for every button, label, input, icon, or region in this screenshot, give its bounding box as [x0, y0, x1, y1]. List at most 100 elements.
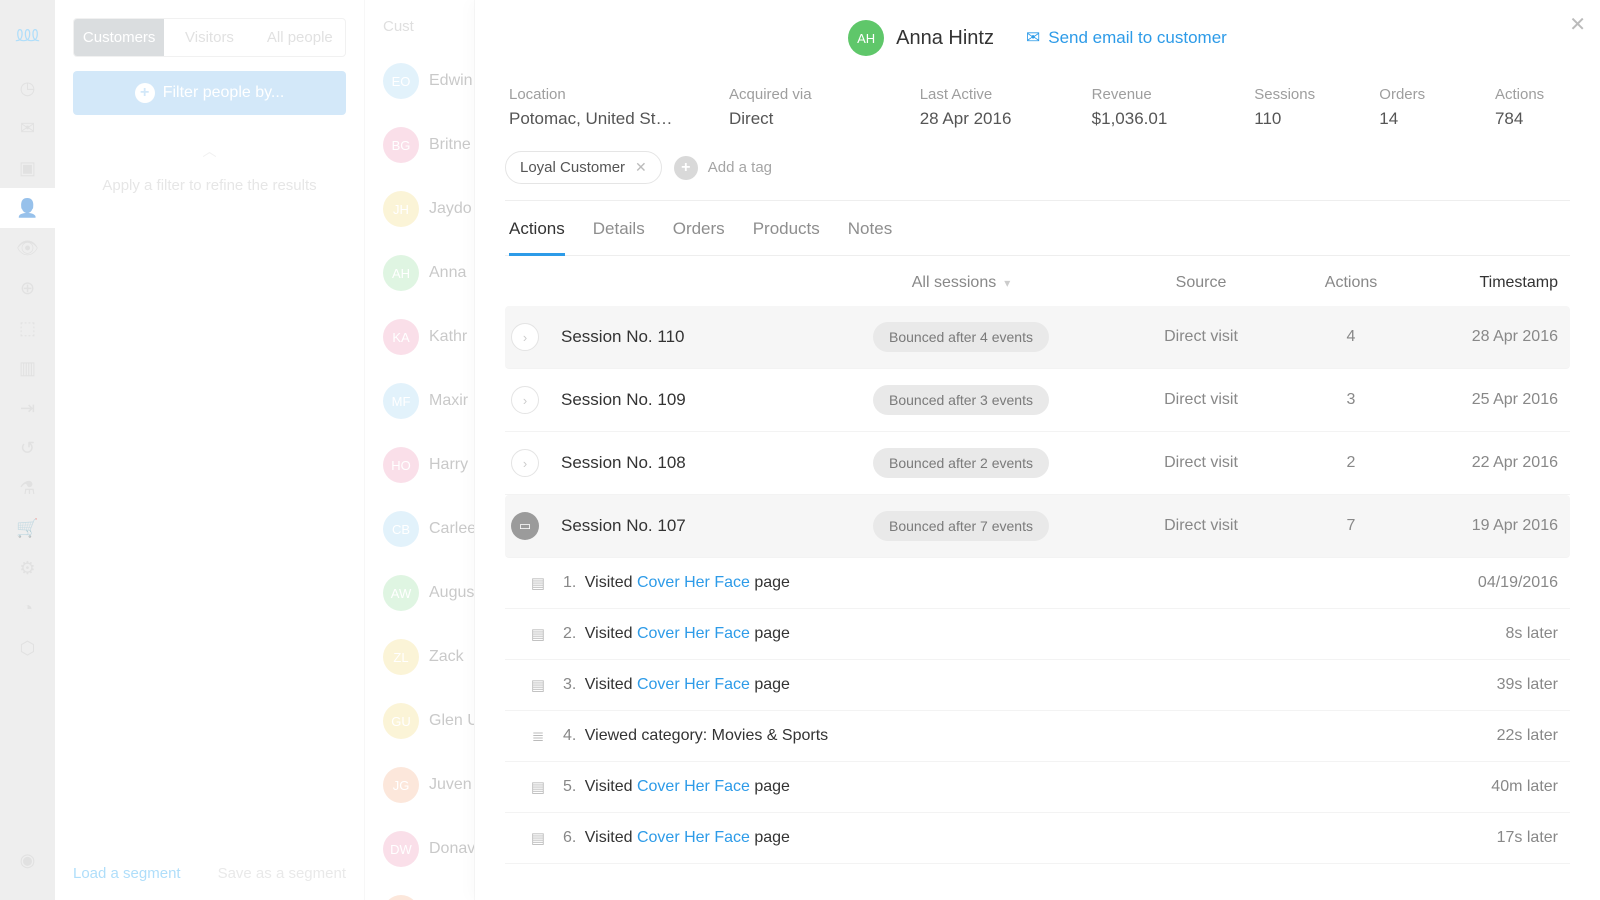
- stat-value-revenue: $1,036.01: [1092, 109, 1205, 129]
- people-list-item[interactable]: AWAugus: [365, 561, 474, 625]
- avatar: BG: [383, 127, 419, 163]
- rail-nav-icon[interactable]: ▣: [0, 148, 55, 188]
- avatar: HO: [383, 447, 419, 483]
- people-list-item[interactable]: AHAnna: [365, 241, 474, 305]
- people-list-item[interactable]: JGJuven: [365, 753, 474, 817]
- stat-label: Actions: [1495, 86, 1570, 103]
- rail-nav-icon[interactable]: ⊕: [0, 268, 55, 308]
- people-tab[interactable]: Visitors: [164, 19, 254, 56]
- remove-tag-icon[interactable]: ✕: [635, 159, 647, 176]
- tag-chip[interactable]: Loyal Customer ✕: [505, 151, 662, 184]
- detail-tab[interactable]: Actions: [509, 219, 565, 256]
- people-list-item[interactable]: JHJaydo: [365, 177, 474, 241]
- chevron-down-icon: ▾: [1004, 276, 1010, 290]
- people-list-item[interactable]: HOHarry: [365, 433, 474, 497]
- avatar: AH: [383, 255, 419, 291]
- event-row[interactable]: ▤1. Visited Cover Her Face page04/19/201…: [505, 558, 1570, 609]
- people-list-item[interactable]: GUGlen U: [365, 689, 474, 753]
- event-row[interactable]: ▤2. Visited Cover Her Face page8s later: [505, 609, 1570, 660]
- detail-tab[interactable]: Details: [593, 219, 645, 255]
- session-name: Session No. 108: [561, 453, 686, 472]
- rail-nav-icon[interactable]: ⇥: [0, 388, 55, 428]
- close-icon[interactable]: ✕: [1569, 12, 1586, 37]
- event-link[interactable]: Cover Her Face: [637, 574, 750, 591]
- people-list-item[interactable]: EOEdwin: [365, 49, 474, 113]
- event-link[interactable]: Cover Her Face: [637, 676, 750, 693]
- session-row[interactable]: ›Session No. 110Bounced after 4 eventsDi…: [505, 306, 1570, 369]
- event-row[interactable]: ▤3. Visited Cover Her Face page39s later: [505, 660, 1570, 711]
- event-link[interactable]: Cover Her Face: [637, 778, 750, 795]
- rail-nav-icon[interactable]: ▥: [0, 348, 55, 388]
- session-actions: 7: [1291, 517, 1411, 535]
- people-list-item[interactable]: DWDonav: [365, 817, 474, 881]
- col-source: Source: [1111, 274, 1291, 292]
- event-row[interactable]: ▤5. Visited Cover Her Face page40m later: [505, 762, 1570, 813]
- people-list-item[interactable]: ZLZack: [365, 625, 474, 689]
- rail-nav-icon[interactable]: ◷: [0, 68, 55, 108]
- event-type-icon: ▤: [525, 829, 551, 847]
- rail-nav-icon[interactable]: ⚗: [0, 468, 55, 508]
- event-timestamp: 40m later: [1491, 778, 1564, 796]
- nav-rail: ⅏ ◷✉▣👤👁⊕⬚▥⇥↺⚗🛒⚙◔⬡ ◉: [0, 0, 55, 900]
- people-tab[interactable]: Customers: [74, 19, 164, 56]
- filter-people-button[interactable]: + Filter people by...: [73, 71, 346, 115]
- avatar: KA: [383, 319, 419, 355]
- people-list-item[interactable]: CBCarlee: [365, 497, 474, 561]
- people-list-item[interactable]: BGBritne: [365, 113, 474, 177]
- expand-icon[interactable]: ›: [511, 386, 539, 414]
- event-row[interactable]: ≣4. Viewed category: Movies & Sports22s …: [505, 711, 1570, 762]
- event-link[interactable]: Cover Her Face: [637, 625, 750, 642]
- col-timestamp[interactable]: Timestamp: [1411, 274, 1564, 292]
- detail-tab[interactable]: Orders: [673, 219, 725, 255]
- rail-nav-icon[interactable]: ✉: [0, 108, 55, 148]
- save-segment-link[interactable]: Save as a segment: [218, 865, 346, 882]
- people-tab[interactable]: All people: [255, 19, 345, 56]
- send-email-link[interactable]: ✉ Send email to customer: [1026, 28, 1227, 48]
- detail-tab[interactable]: Products: [753, 219, 820, 255]
- rail-nav-icon[interactable]: ⬚: [0, 308, 55, 348]
- event-timestamp: 8s later: [1506, 625, 1564, 643]
- people-name: Donav: [429, 840, 475, 858]
- session-source: Direct visit: [1111, 454, 1291, 472]
- customer-detail-panel: ✕ AH Anna Hintz ✉ Send email to customer…: [475, 0, 1600, 900]
- event-link[interactable]: Cover Her Face: [637, 829, 750, 846]
- stat-label: Orders: [1379, 86, 1445, 103]
- load-segment-link[interactable]: Load a segment: [73, 865, 181, 882]
- detail-tab[interactable]: Notes: [848, 219, 892, 255]
- filter-button-label: Filter people by...: [163, 84, 285, 102]
- rail-nav-icon[interactable]: ↺: [0, 428, 55, 468]
- add-tag-button[interactable]: + Add a tag: [674, 156, 772, 180]
- all-sessions-dropdown[interactable]: All sessions▾: [912, 274, 1011, 292]
- people-list-item[interactable]: KAKathr: [365, 305, 474, 369]
- event-timestamp: 39s later: [1497, 676, 1564, 694]
- app-logo-icon: ⅏: [16, 18, 39, 48]
- session-row[interactable]: ▭Session No. 107Bounced after 7 eventsDi…: [505, 495, 1570, 558]
- stat-value-sessions: 110: [1254, 109, 1329, 129]
- send-email-label: Send email to customer: [1048, 28, 1227, 48]
- rail-nav-icon[interactable]: 👤: [0, 188, 55, 228]
- session-row[interactable]: ›Session No. 109Bounced after 3 eventsDi…: [505, 369, 1570, 432]
- people-list-item[interactable]: ATAless: [365, 881, 474, 900]
- stat-value-last-active: 28 Apr 2016: [920, 109, 1042, 129]
- people-name: Glen U: [429, 712, 475, 730]
- rail-nav-icon[interactable]: ⚙: [0, 548, 55, 588]
- expand-icon[interactable]: ›: [511, 449, 539, 477]
- rail-nav-icon[interactable]: ⬡: [0, 628, 55, 668]
- session-source: Direct visit: [1111, 391, 1291, 409]
- rail-nav-icon[interactable]: 👁: [0, 228, 55, 268]
- rail-nav-icon[interactable]: 🛒: [0, 508, 55, 548]
- event-type-icon: ▤: [525, 625, 551, 643]
- event-type-icon: ≣: [525, 727, 551, 745]
- event-row[interactable]: ▤6. Visited Cover Her Face page17s later: [505, 813, 1570, 864]
- event-text: 2. Visited Cover Her Face page: [551, 625, 1506, 643]
- expand-icon[interactable]: ›: [511, 323, 539, 351]
- account-icon[interactable]: ◉: [0, 840, 55, 880]
- event-type-icon: ▤: [525, 676, 551, 694]
- people-list-item[interactable]: MFMaxir: [365, 369, 474, 433]
- customer-avatar: AH: [848, 20, 884, 56]
- customer-name: Anna Hintz: [896, 27, 994, 50]
- session-row[interactable]: ›Session No. 108Bounced after 2 eventsDi…: [505, 432, 1570, 495]
- session-actions: 3: [1291, 391, 1411, 409]
- rail-nav-icon[interactable]: ◔: [0, 588, 55, 628]
- expand-icon[interactable]: ▭: [511, 512, 539, 540]
